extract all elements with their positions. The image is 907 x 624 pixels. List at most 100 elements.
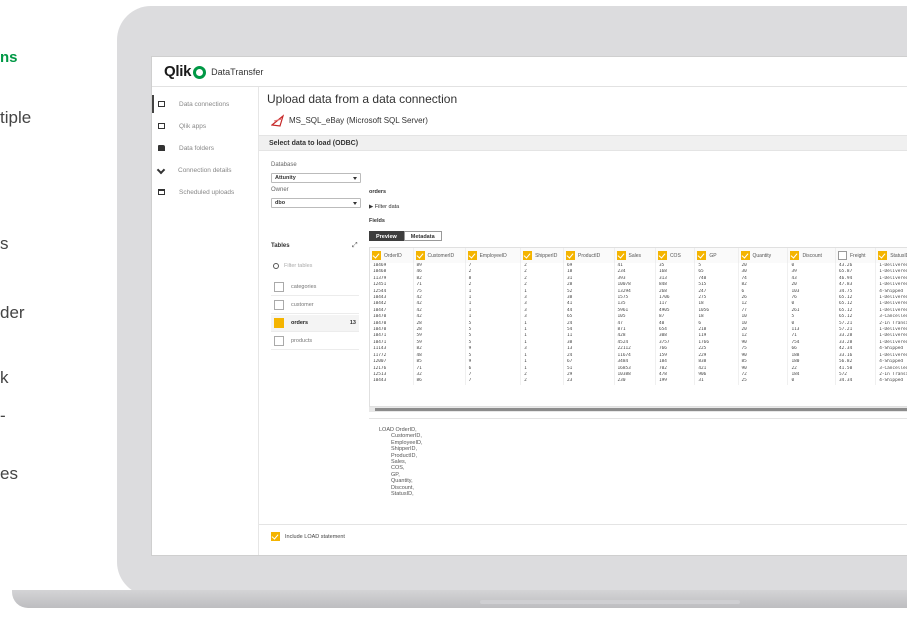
column-name: ShipperID [535, 252, 558, 259]
include-load-checkbox[interactable] [271, 532, 280, 541]
marketing-text-fragment: es [0, 464, 18, 483]
fields-label: Fields [369, 218, 385, 224]
sidebar-item-scheduled-uploads[interactable]: Scheduled uploads [152, 181, 258, 203]
column-checkbox[interactable] [372, 251, 381, 260]
sidebar-item-connection-details[interactable]: Connection details [152, 159, 258, 181]
selected-field-count: 13 [349, 320, 356, 326]
filter-data-label: Filter data [374, 204, 400, 210]
column-checkbox[interactable] [415, 251, 425, 260]
table-name: products [291, 338, 313, 344]
table-filter[interactable]: Filter tables [271, 259, 359, 273]
column-header[interactable]: OrderID [370, 248, 414, 263]
chevron-down-icon [353, 202, 357, 205]
column-checkbox[interactable] [740, 251, 750, 260]
data-preview-grid: OrderID CustomerID EmployeeID ShipperID Prod… [369, 247, 907, 407]
sidebar-item-label: Connection details [178, 166, 232, 174]
expand-icon[interactable]: ⤢ [352, 242, 358, 250]
laptop-screen: Qlik DataTransfer Data connections Qlik … [151, 56, 907, 556]
laptop-base [12, 590, 907, 608]
column-header[interactable]: Discount [787, 248, 836, 263]
database-value: Attunity [275, 175, 296, 181]
sql-server-icon [271, 114, 284, 127]
column-name: ProductID [578, 252, 601, 259]
sidebar-item-qlik-apps[interactable]: Qlik apps [152, 115, 258, 137]
marketing-stage: ns tiple s der k - es Qlik DataTransfer … [0, 0, 907, 624]
app-header: Qlik DataTransfer [152, 57, 907, 87]
table-item-categories[interactable]: categories [271, 279, 359, 296]
column-header[interactable]: COS [655, 248, 696, 263]
table-cell: 199 [655, 378, 696, 385]
table-item-customer[interactable]: customer [271, 297, 359, 314]
script-line: StatusID, [391, 490, 414, 497]
folder-icon [158, 145, 165, 151]
marketing-text-fragment: s [0, 234, 9, 253]
column-name: GP [709, 252, 717, 259]
table-item-products[interactable]: products [271, 333, 359, 350]
owner-select[interactable]: dbo [271, 198, 361, 208]
table-cell: 0 [787, 378, 836, 385]
horizontal-scrollbar[interactable] [369, 407, 907, 412]
column-name: OrderID [384, 252, 402, 259]
section-title: Select data to load (ODBC) [259, 135, 907, 151]
load-script-box[interactable]: LOAD OrderID, CustomerID, EmployeeID, Shipp… [369, 418, 907, 518]
column-name: EmployeeID [479, 252, 507, 259]
column-header[interactable]: CustomerID [413, 248, 466, 263]
sidebar-item-data-connections[interactable]: Data connections [152, 93, 258, 115]
column-header[interactable]: GP [694, 248, 739, 263]
column-checkbox[interactable] [523, 251, 533, 260]
column-header[interactable]: Sales [614, 248, 656, 263]
include-load-label: Include LOAD statement [285, 533, 345, 540]
database-select[interactable]: Attunity [271, 173, 361, 183]
table-cell: 34.34 [835, 378, 877, 385]
column-name: CustomerID [427, 252, 455, 259]
app-name: DataTransfer [211, 66, 264, 77]
column-checkbox[interactable] [657, 251, 667, 260]
column-checkbox[interactable] [616, 251, 626, 260]
column-header[interactable]: EmployeeID [465, 248, 522, 263]
table-cell: 7 [465, 378, 522, 385]
table-cell: 31 [694, 378, 739, 385]
laptop-base-groove [480, 600, 740, 604]
calendar-icon [158, 189, 165, 195]
table-checkbox[interactable] [274, 318, 284, 328]
table-cell: 1-Delivered [875, 269, 907, 276]
current-table-name: orders [369, 189, 387, 195]
column-checkbox[interactable] [790, 251, 800, 260]
tab-preview[interactable]: Preview [369, 231, 404, 241]
sidebar-item-data-folders[interactable]: Data folders [152, 137, 258, 159]
table-checkbox[interactable] [274, 336, 284, 346]
qlik-logo: Qlik [164, 63, 192, 80]
table-cell: 230 [614, 378, 656, 385]
filter-data-toggle[interactable]: ▶ Filter data [369, 204, 399, 210]
table-checkbox[interactable] [274, 300, 284, 310]
tab-metadata[interactable]: Metadata [403, 231, 442, 241]
column-checkbox[interactable] [878, 251, 888, 260]
column-name: Quantity [752, 252, 772, 259]
connection-row: MS_SQL_eBay (Microsoft SQL Server) [271, 114, 428, 127]
chevron-down-icon [353, 177, 357, 180]
marketing-text-fragment: tiple [0, 108, 32, 127]
column-checkbox[interactable] [467, 251, 477, 260]
table-cell: 10443 [370, 378, 414, 385]
column-header[interactable]: ProductID [563, 248, 615, 263]
column-name: Freight [850, 252, 866, 259]
column-header[interactable]: Freight [835, 248, 877, 263]
footer-bar: Include LOAD statement [259, 524, 907, 548]
filter-tables-input[interactable]: Filter tables [284, 263, 312, 269]
database-label: Database [271, 162, 297, 168]
column-name: StatusID [890, 252, 907, 259]
connection-name: MS_SQL_eBay (Microsoft SQL Server) [289, 116, 428, 125]
column-header[interactable]: Quantity [738, 248, 789, 263]
column-checkbox[interactable] [566, 251, 576, 260]
table-checkbox[interactable] [274, 282, 284, 292]
table-item-orders[interactable]: orders 13 [271, 315, 359, 332]
table-name: orders [291, 320, 309, 326]
column-checkbox[interactable] [838, 251, 847, 260]
table-cell: 4-Shipped [875, 359, 907, 366]
scrollbar-thumb[interactable] [375, 408, 907, 411]
column-header[interactable]: StatusID [875, 248, 907, 263]
marketing-text-fragment: der [0, 303, 25, 322]
sidebar-item-label: Data folders [179, 144, 215, 152]
column-header[interactable]: ShipperID [520, 248, 565, 263]
column-checkbox[interactable] [697, 251, 707, 260]
